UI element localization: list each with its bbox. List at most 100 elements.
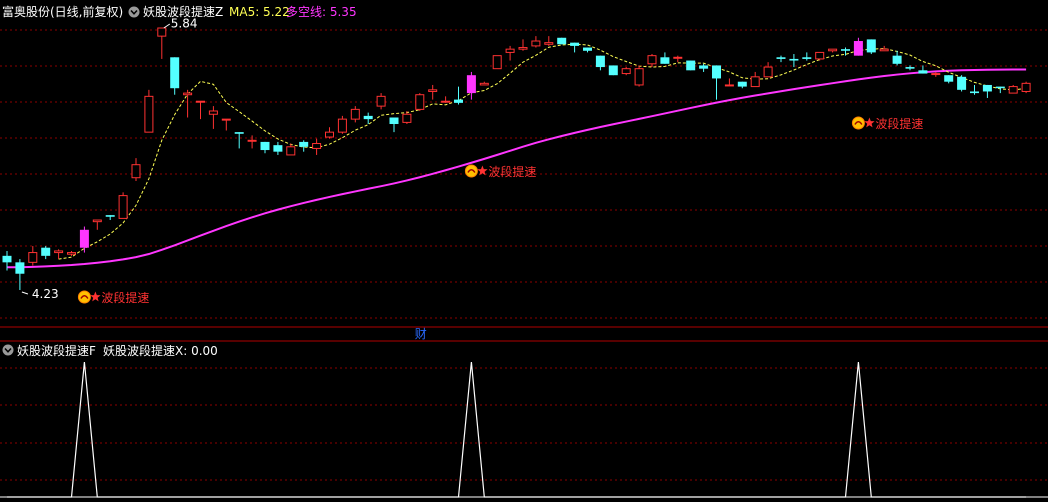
candle-body	[828, 48, 838, 52]
collapse-circle-icon[interactable]	[2, 344, 14, 356]
signal-star-icon	[77, 290, 101, 304]
signal-label: 波段提速	[101, 290, 149, 305]
candle	[28, 246, 38, 266]
candle-body	[892, 55, 902, 64]
candle	[118, 192, 128, 219]
candle	[299, 140, 309, 152]
ma5-value: MA5: 5.22	[229, 5, 290, 19]
candle	[208, 106, 218, 129]
candle	[389, 117, 399, 133]
candle	[828, 48, 838, 53]
candle-body	[557, 37, 567, 45]
signal-marker: 波段提速	[464, 164, 536, 179]
candle-body	[389, 117, 399, 125]
candle	[234, 132, 244, 149]
candle-body	[608, 65, 618, 76]
candle-body	[918, 70, 928, 74]
candle-body	[724, 84, 734, 87]
candle-body	[441, 100, 451, 103]
candle	[518, 39, 528, 51]
candle	[712, 65, 721, 100]
candle	[144, 89, 154, 133]
candle-body	[544, 42, 554, 45]
candle-body	[673, 56, 683, 59]
signal-marker: 波段提速	[851, 116, 923, 131]
candle-body	[118, 195, 128, 219]
candle-body	[28, 252, 38, 263]
candle-body	[273, 145, 283, 152]
candle-body	[54, 250, 64, 254]
candle-body	[221, 118, 231, 121]
candle-body	[660, 57, 670, 64]
candle-body	[1008, 86, 1018, 94]
candle-body	[376, 95, 386, 107]
candle-body	[647, 55, 657, 65]
candle-body	[995, 86, 1005, 89]
candle-body	[260, 141, 270, 151]
chart-canvas: 波段提速波段提速波段提速 富奥股份(日线,前复权) 妖股波段提速Z MA5: 5…	[0, 4, 1048, 498]
candle-body	[957, 76, 967, 90]
candle-body	[234, 132, 244, 134]
low-price-marker: 4.23	[21, 287, 59, 301]
candle-body	[737, 81, 747, 87]
candle-body	[92, 219, 102, 223]
candle-body	[595, 55, 605, 68]
candle-body	[15, 262, 25, 274]
candle-body	[776, 57, 786, 59]
candle	[621, 67, 631, 76]
candle-body	[105, 215, 115, 217]
candle	[41, 246, 51, 260]
signal-star-icon	[464, 164, 488, 178]
candle-body	[454, 99, 463, 103]
candle-body	[518, 47, 528, 50]
candle	[505, 45, 515, 61]
candle-body	[131, 164, 141, 179]
candle	[995, 86, 1005, 94]
candle-body	[815, 51, 825, 60]
candle-body	[183, 92, 193, 96]
candle-body	[337, 118, 347, 133]
candle-body	[570, 42, 580, 46]
sub-indicator-name[interactable]: 妖股波段提速F	[17, 343, 96, 358]
candle	[931, 71, 941, 77]
candle-body	[750, 76, 760, 88]
candle	[918, 65, 928, 74]
candle	[763, 62, 773, 78]
candle-body	[802, 57, 812, 59]
candle	[170, 57, 180, 95]
candle	[1008, 84, 1018, 94]
candle-body	[41, 247, 51, 256]
candle	[221, 118, 231, 131]
candle	[247, 135, 257, 149]
candle	[1021, 81, 1031, 94]
candle	[970, 84, 979, 95]
candle	[802, 52, 812, 61]
candle	[957, 75, 967, 92]
candle	[273, 141, 283, 155]
sub-grid	[0, 367, 1048, 481]
candle	[699, 63, 709, 72]
candle-body	[312, 143, 322, 149]
candle	[131, 158, 141, 181]
signal-star-icon	[851, 116, 875, 130]
candle	[815, 51, 825, 61]
candle-body	[531, 40, 541, 47]
sub-indicator-line	[7, 361, 1027, 498]
candle	[350, 106, 360, 123]
stock-title[interactable]: 富奥股份(日线,前复权)	[2, 4, 123, 19]
candle	[686, 60, 696, 71]
candle	[92, 219, 102, 230]
collapse-circle-icon[interactable]	[128, 6, 140, 18]
candle	[944, 75, 954, 84]
candle	[479, 81, 489, 86]
candle-body	[299, 141, 309, 147]
bull-bear-line-value: 多空线: 5.35	[286, 5, 357, 19]
candle-body	[208, 110, 218, 115]
candle-body	[402, 113, 412, 123]
candle	[570, 42, 580, 53]
finance-marker[interactable]: 财	[415, 327, 427, 341]
candle-body	[363, 115, 373, 120]
candle-body	[763, 66, 773, 78]
candle	[583, 47, 592, 53]
candle-body	[931, 73, 941, 76]
